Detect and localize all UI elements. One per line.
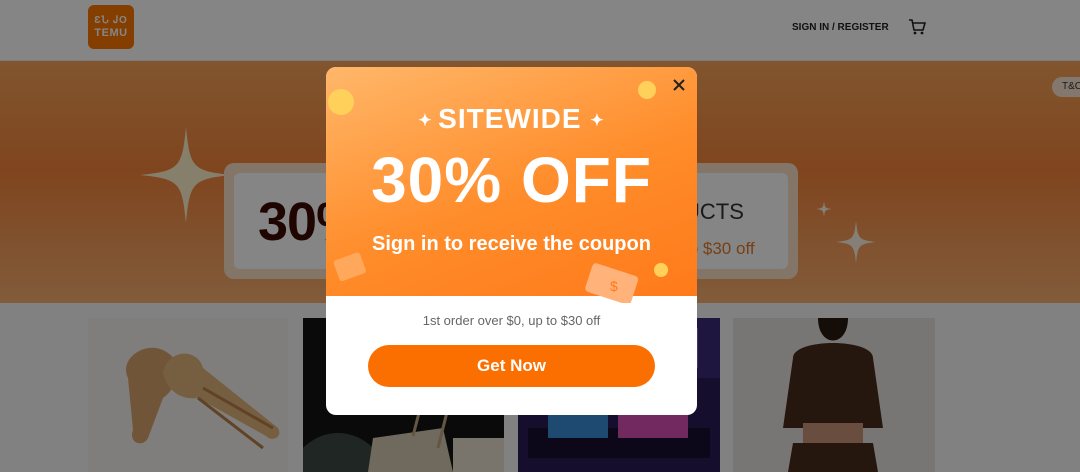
coupon-decoration: $ xyxy=(585,263,639,303)
discount-headline: 30% OFF xyxy=(371,144,652,216)
sitewide-text: SITEWIDE xyxy=(438,103,582,134)
coin-decoration xyxy=(654,263,668,277)
get-now-button[interactable]: Get Now xyxy=(368,345,655,387)
coupon-subhead: Sign in to receive the coupon xyxy=(372,233,651,255)
sparkle-icon: ✦ xyxy=(418,112,439,130)
coin-decoration xyxy=(638,81,656,99)
coupon-note: 1st order over $0, up to $30 off xyxy=(422,313,601,328)
sitewide-label: ✦ SITEWIDE ✦ xyxy=(326,103,697,135)
svg-text:$: $ xyxy=(610,278,618,294)
coupon-modal: $ ✦ SITEWIDE ✦ 30% OFF Sign in to receiv… xyxy=(326,67,697,415)
close-icon[interactable] xyxy=(669,75,689,95)
sparkle-icon: ✦ xyxy=(590,112,605,130)
coupon-modal-header: $ ✦ SITEWIDE ✦ 30% OFF Sign in to receiv… xyxy=(326,67,697,303)
